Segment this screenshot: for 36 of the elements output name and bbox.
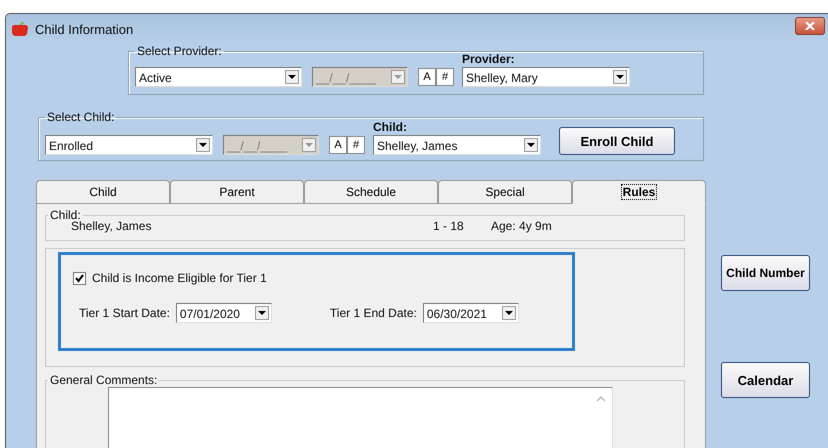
- provider-group-label: Select Provider:: [136, 44, 223, 58]
- tab[interactable]: Special: [438, 180, 572, 204]
- child-age: Age: 4y 9m: [491, 219, 552, 233]
- tab[interactable]: Parent: [170, 180, 304, 204]
- start-date-dropdown[interactable]: 07/01/2020: [176, 303, 272, 323]
- start-date-label: Tier 1 Start Date:: [79, 306, 170, 320]
- apple-icon: [11, 22, 29, 36]
- side-button[interactable]: Calendar: [721, 362, 810, 398]
- checkbox-label: Child is Income Eligible for Tier 1: [92, 271, 267, 285]
- comments-field[interactable]: [108, 387, 613, 448]
- child-label: Child:: [373, 120, 408, 134]
- end-date-dropdown[interactable]: 06/30/2021: [422, 303, 519, 323]
- sort-toggle-button[interactable]: #: [436, 68, 454, 86]
- close-button[interactable]: [795, 17, 825, 35]
- status-dropdown[interactable]: Enrolled: [45, 135, 213, 155]
- status-dropdown[interactable]: Active: [135, 67, 302, 87]
- child-info-label: Child:: [49, 208, 81, 222]
- child-name: Shelley, James: [71, 219, 152, 233]
- tab[interactable]: Rules: [572, 180, 706, 204]
- window-title: Child Information: [35, 22, 134, 36]
- provider-label: Provider:: [462, 52, 516, 66]
- comments-label: General Comments:: [49, 373, 158, 387]
- child-group-label: Select Child:: [46, 110, 116, 124]
- end-date-label: Tier 1 End Date:: [330, 306, 417, 320]
- sort-toggle-button[interactable]: A: [329, 136, 347, 154]
- child-dropdown[interactable]: Shelley, James: [373, 135, 541, 155]
- enroll-child-button[interactable]: Enroll Child: [559, 127, 675, 155]
- checkbox[interactable]: [73, 272, 86, 284]
- tab[interactable]: Child: [36, 180, 170, 204]
- provider-dropdown[interactable]: Shelley, Mary: [462, 67, 630, 87]
- sort-toggle-button[interactable]: #: [347, 136, 365, 154]
- side-button[interactable]: Child Number: [721, 255, 810, 291]
- tab[interactable]: Schedule: [304, 180, 438, 204]
- sort-toggle-button[interactable]: A: [418, 68, 436, 86]
- close-icon: [805, 22, 815, 30]
- age-range: 1 - 18: [433, 219, 465, 233]
